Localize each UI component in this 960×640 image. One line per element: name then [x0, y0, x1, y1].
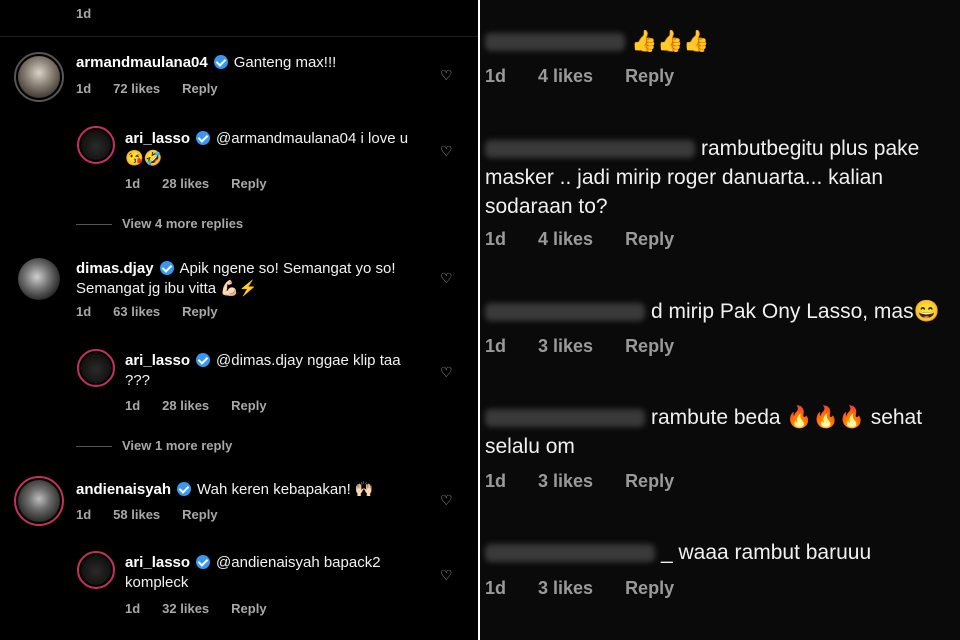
- view-more-label[interactable]: View 4 more replies: [122, 216, 243, 231]
- comment-body: rambute beda 🔥🔥🔥 sehat selalu om: [485, 403, 955, 461]
- like-heart-icon[interactable]: ♡: [440, 365, 454, 379]
- comment-time: 1d: [76, 507, 92, 522]
- avatar[interactable]: [18, 258, 60, 300]
- like-heart-icon[interactable]: ♡: [440, 144, 454, 158]
- comment-time: 1d: [485, 336, 507, 356]
- like-heart-icon[interactable]: ♡: [440, 271, 454, 285]
- reply-button[interactable]: Reply: [625, 471, 674, 491]
- comment-meta: 1d 3 likes Reply: [485, 336, 706, 357]
- likes-count[interactable]: 3 likes: [538, 471, 593, 491]
- likes-count[interactable]: 72 likes: [113, 81, 160, 96]
- comment-time: 1d: [76, 304, 92, 319]
- reply-button[interactable]: Reply: [231, 398, 266, 413]
- comment-text: _ waaa rambut baruuu: [661, 541, 872, 564]
- likes-count[interactable]: 4 likes: [538, 66, 593, 86]
- like-heart-icon[interactable]: ♡: [440, 493, 454, 507]
- comment-time: 1d: [125, 176, 141, 191]
- comment-meta: 1d 3 likes Reply: [485, 471, 706, 492]
- comment-body: d mirip Pak Ony Lasso, mas😄: [485, 297, 955, 326]
- comment-text: Ganteng max!!!: [233, 54, 337, 71]
- avatar[interactable]: [14, 52, 64, 102]
- divider: [0, 36, 478, 37]
- likes-count[interactable]: 63 likes: [113, 304, 160, 319]
- blurred-username: [485, 303, 645, 322]
- comment-body: armandmaulana04 Ganteng max!!!: [76, 53, 416, 73]
- reply-button[interactable]: Reply: [231, 176, 266, 191]
- comment-body: ari_lasso @dimas.djay nggae klip taa ???: [125, 351, 425, 391]
- blurred-username: [485, 409, 645, 428]
- likes-count[interactable]: 3 likes: [538, 336, 593, 356]
- comment-body: rambutbegitu plus pake masker .. jadi mi…: [485, 134, 955, 221]
- screenshot-collage: 1d armandmaulana04 Ganteng max!!! ♡ 1d 72 …: [0, 0, 960, 640]
- username[interactable]: ari_lasso: [125, 554, 190, 571]
- like-heart-icon[interactable]: ♡: [440, 68, 454, 82]
- reply-button[interactable]: Reply: [182, 507, 217, 522]
- reply-button[interactable]: Reply: [182, 304, 217, 319]
- verified-badge-icon: [196, 131, 211, 145]
- verified-badge-icon: [213, 55, 228, 69]
- reply-button[interactable]: Reply: [231, 601, 266, 616]
- likes-count[interactable]: 28 likes: [162, 176, 209, 191]
- avatar[interactable]: [77, 349, 115, 387]
- comment-time: 1d: [485, 229, 507, 249]
- avatar[interactable]: [77, 126, 115, 164]
- left-comment-panel: 1d armandmaulana04 Ganteng max!!! ♡ 1d 72 …: [0, 0, 478, 640]
- comment-text: 👍👍👍: [631, 30, 710, 53]
- username[interactable]: andienaisyah: [76, 481, 171, 498]
- likes-count[interactable]: 28 likes: [162, 398, 209, 413]
- likes-count[interactable]: 32 likes: [162, 601, 209, 616]
- divider: [76, 446, 112, 448]
- reply-button[interactable]: Reply: [625, 578, 674, 598]
- view-more-label[interactable]: View 1 more reply: [122, 438, 232, 453]
- verified-badge-icon: [159, 261, 174, 275]
- comment-body: andienaisyah Wah keren kebapakan! 🙌🏻: [76, 480, 416, 500]
- view-more-replies[interactable]: View 1 more reply: [76, 438, 232, 453]
- username[interactable]: ari_lasso: [125, 130, 190, 147]
- comment-body: _ waaa rambut baruuu: [485, 538, 955, 567]
- divider: [76, 224, 112, 226]
- likes-count[interactable]: 4 likes: [538, 229, 593, 249]
- blurred-username: [485, 33, 625, 52]
- comment-time: 1d: [485, 578, 507, 598]
- like-heart-icon[interactable]: ♡: [440, 568, 454, 582]
- reply-button[interactable]: Reply: [182, 81, 217, 96]
- comment-meta: 1d 72 likes Reply: [76, 81, 240, 96]
- top-timestamp: 1d: [76, 6, 92, 21]
- username[interactable]: ari_lasso: [125, 352, 190, 369]
- verified-badge-icon: [177, 482, 192, 496]
- comment-meta: 1d 4 likes Reply: [485, 66, 706, 87]
- blurred-username: [485, 544, 655, 563]
- comment-time: 1d: [485, 471, 507, 491]
- username[interactable]: armandmaulana04: [76, 54, 208, 71]
- comment-meta: 1d 28 likes Reply: [125, 398, 289, 413]
- comment-time: 1d: [485, 66, 507, 86]
- verified-badge-icon: [196, 555, 211, 569]
- comment-time: 1d: [125, 398, 141, 413]
- comment-meta: 1d 28 likes Reply: [125, 176, 289, 191]
- reply-button[interactable]: Reply: [625, 66, 674, 86]
- comment-time: 1d: [76, 81, 92, 96]
- comment-body: ari_lasso @armandmaulana04 i love u 😘🤣: [125, 129, 425, 169]
- avatar[interactable]: [14, 476, 64, 526]
- likes-count[interactable]: 58 likes: [113, 507, 160, 522]
- likes-count[interactable]: 3 likes: [538, 578, 593, 598]
- blurred-username: [485, 140, 695, 159]
- comment-time: 1d: [125, 601, 141, 616]
- avatar[interactable]: [77, 551, 115, 589]
- comment-meta: 1d 3 likes Reply: [485, 578, 706, 599]
- comment-body: dimas.djay Apik ngene so! Semangat yo so!…: [76, 259, 431, 299]
- comment-meta: 1d 4 likes Reply: [485, 229, 706, 250]
- comment-body: 👍👍👍: [485, 27, 955, 56]
- comment-meta: 1d 58 likes Reply: [76, 507, 240, 522]
- verified-badge-icon: [196, 353, 211, 367]
- username[interactable]: dimas.djay: [76, 260, 154, 277]
- reply-button[interactable]: Reply: [625, 336, 674, 356]
- comment-text: Wah keren kebapakan! 🙌🏻: [197, 481, 374, 498]
- comment-meta: 1d 32 likes Reply: [125, 601, 289, 616]
- comment-text: d mirip Pak Ony Lasso, mas😄: [651, 300, 940, 323]
- reply-button[interactable]: Reply: [625, 229, 674, 249]
- comment-meta: 1d 63 likes Reply: [76, 304, 240, 319]
- comment-body: ari_lasso @andienaisyah bapack2 kompleck: [125, 553, 425, 593]
- view-more-replies[interactable]: View 4 more replies: [76, 216, 243, 231]
